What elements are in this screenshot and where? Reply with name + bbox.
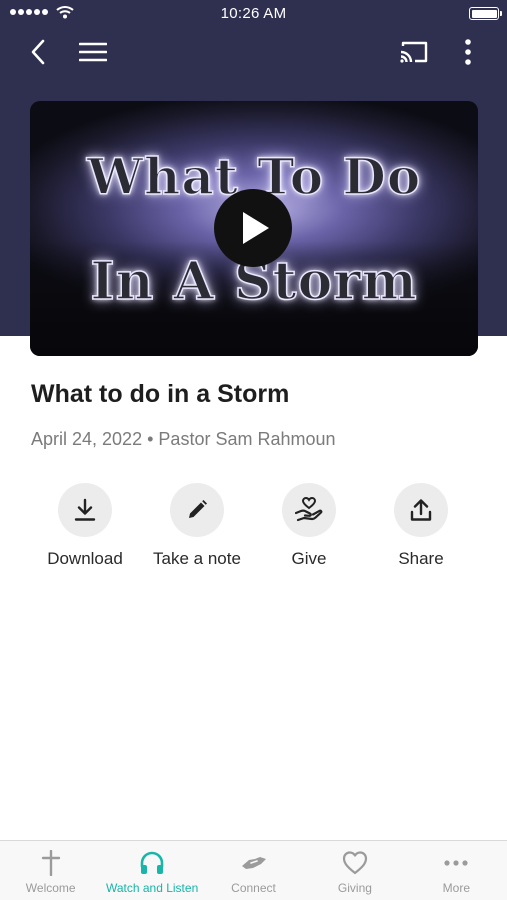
tab-label: Giving — [337, 881, 372, 895]
chevron-left-icon — [31, 39, 45, 65]
give-button[interactable]: Give — [253, 483, 365, 569]
pencil-icon — [189, 500, 207, 518]
sermon-meta: April 24, 2022 • Pastor Sam Rahmoun — [31, 429, 336, 450]
give-label: Give — [291, 549, 327, 568]
tab-label: Connect — [231, 881, 276, 895]
tab-more[interactable]: More — [406, 841, 507, 900]
tab-label: Welcome — [25, 881, 76, 895]
action-row: Download Take a note Give Share — [29, 483, 477, 569]
tab-label: More — [442, 881, 470, 895]
more-options-button[interactable] — [446, 30, 490, 74]
cross-icon — [41, 850, 60, 876]
menu-button[interactable] — [71, 30, 115, 74]
handshake-icon — [241, 857, 266, 869]
sermon-title: What to do in a Storm — [31, 380, 290, 408]
video-player[interactable]: What To Do In A Storm — [30, 101, 478, 356]
download-button[interactable]: Download — [29, 483, 141, 569]
status-bar: 10:26 AM — [0, 0, 507, 28]
sermon-date: April 24, 2022 — [31, 429, 143, 449]
cast-button[interactable] — [392, 30, 436, 74]
vertical-dots-icon — [465, 39, 471, 65]
headphones-icon — [140, 851, 164, 874]
tab-bar: Welcome Watch and Listen Connect Giving … — [0, 840, 507, 900]
play-icon — [243, 212, 269, 244]
tab-connect[interactable]: Connect — [203, 841, 304, 900]
share-label: Share — [398, 549, 444, 568]
hamburger-menu-icon — [79, 42, 107, 62]
battery-icon — [469, 7, 502, 20]
more-dots-icon — [444, 860, 468, 866]
tab-watch-and-listen[interactable]: Watch and Listen — [101, 841, 202, 900]
cast-icon — [400, 41, 428, 63]
share-button[interactable]: Share — [365, 483, 477, 569]
take-note-label: Take a note — [153, 549, 241, 568]
status-time: 10:26 AM — [220, 5, 287, 22]
tab-giving[interactable]: Giving — [304, 841, 405, 900]
take-note-button[interactable]: Take a note — [141, 483, 253, 569]
play-button[interactable] — [214, 189, 292, 267]
meta-separator: • — [147, 429, 154, 449]
share-icon — [410, 499, 432, 521]
download-label: Download — [47, 549, 123, 568]
tab-welcome[interactable]: Welcome — [0, 841, 101, 900]
sermon-speaker: Pastor Sam Rahmoun — [158, 429, 336, 449]
download-icon — [74, 498, 96, 521]
back-button[interactable] — [16, 30, 60, 74]
top-nav — [0, 30, 507, 76]
tab-label: Watch and Listen — [105, 881, 199, 895]
give-heart-hand-icon — [295, 497, 323, 522]
heart-icon — [342, 851, 368, 875]
